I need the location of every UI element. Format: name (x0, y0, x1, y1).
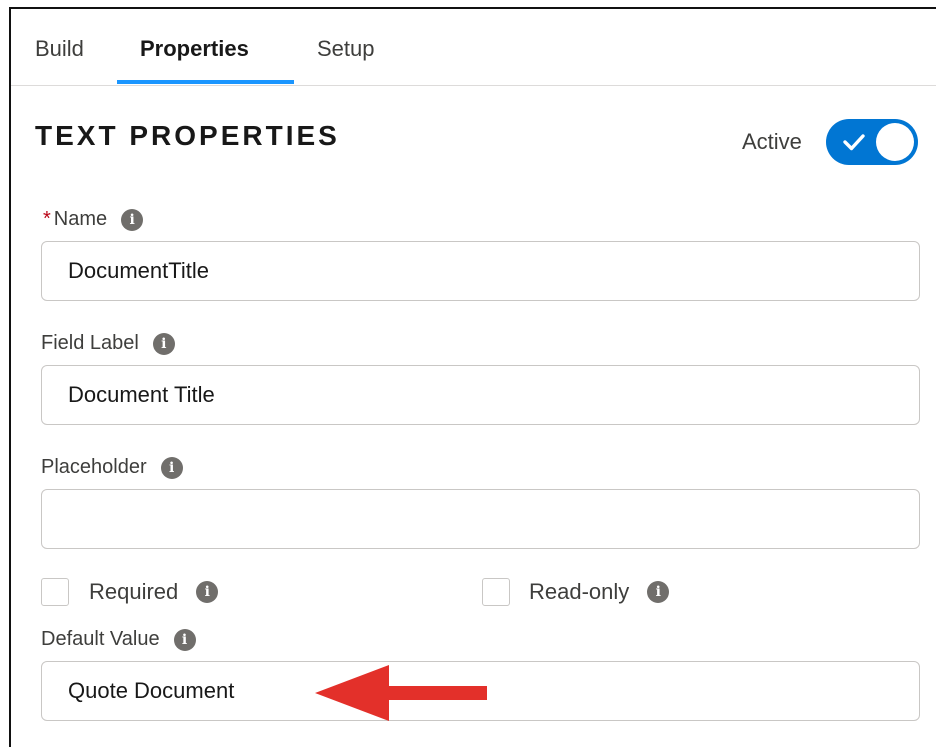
field-label-label: Field Label (41, 332, 139, 354)
active-tab-indicator (117, 80, 294, 84)
properties-panel: Build Properties Setup TEXT PROPERTIES A… (9, 7, 936, 747)
section-title: TEXT PROPERTIES (35, 120, 340, 151)
name-label-row: * Name i (43, 208, 144, 231)
tab-setup[interactable]: Setup (317, 35, 375, 63)
placeholder-input[interactable] (41, 489, 920, 549)
active-toggle[interactable] (826, 119, 918, 165)
field-label-label-row: Field Label i (41, 332, 175, 355)
info-icon[interactable]: i (173, 628, 196, 651)
info-icon[interactable]: i (121, 208, 144, 231)
required-checkbox[interactable] (41, 578, 69, 606)
default-value-label: Default Value (41, 628, 160, 650)
read-only-checkbox[interactable] (482, 578, 510, 606)
active-label: Active (742, 129, 802, 154)
required-mark: * (43, 208, 51, 230)
required-label: Required (89, 579, 179, 604)
name-label: Name (53, 208, 108, 230)
info-icon[interactable]: i (196, 581, 219, 603)
tab-bar: Build Properties Setup (11, 9, 936, 86)
name-input[interactable]: DocumentTitle (41, 241, 920, 301)
field-label-input[interactable]: Document Title (41, 365, 920, 425)
info-icon[interactable]: i (160, 456, 183, 479)
toggle-knob (876, 123, 914, 161)
required-label-row: Required i (89, 578, 219, 606)
placeholder-label: Placeholder (41, 456, 147, 478)
read-only-label-row: Read-only i (529, 578, 670, 606)
checkmark-icon (843, 134, 865, 151)
info-icon[interactable]: i (647, 581, 670, 603)
default-value-label-row: Default Value i (41, 628, 196, 651)
tab-properties[interactable]: Properties (140, 35, 249, 63)
placeholder-label-row: Placeholder i (41, 456, 183, 479)
tab-build[interactable]: Build (35, 35, 84, 63)
info-icon[interactable]: i (152, 332, 175, 355)
read-only-label: Read-only (529, 579, 630, 604)
red-arrow-left-icon (315, 665, 487, 721)
